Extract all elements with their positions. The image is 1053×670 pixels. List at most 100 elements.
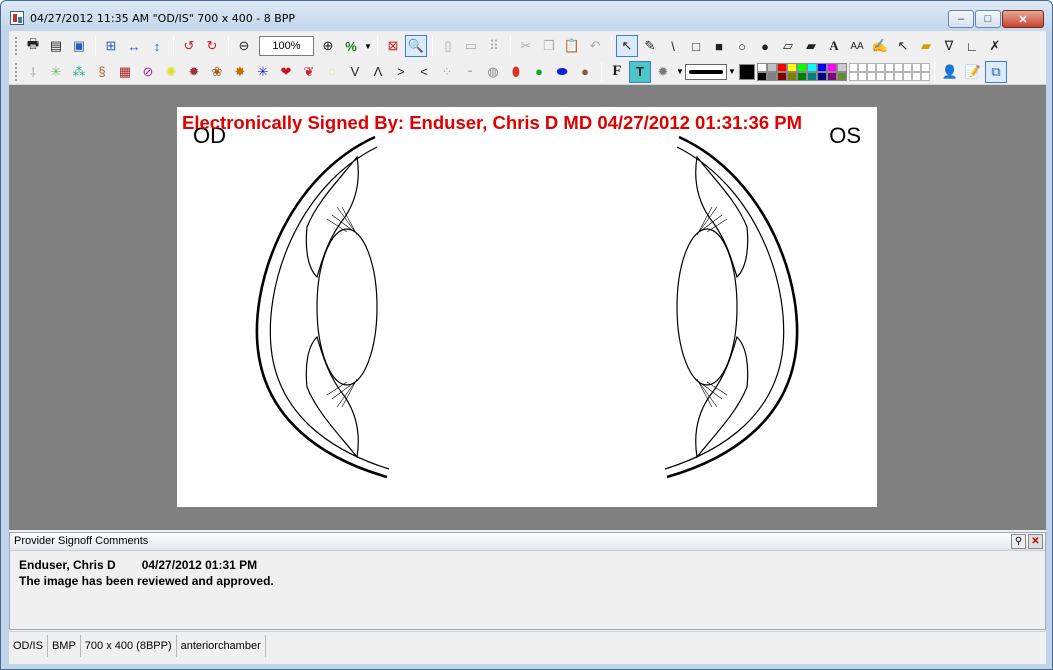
symbol-11-icon[interactable]: ✳ bbox=[252, 61, 274, 83]
symbol-10-icon[interactable]: ✸ bbox=[229, 61, 251, 83]
custom-color-palette[interactable] bbox=[849, 62, 930, 81]
save-icon[interactable]: ▣ bbox=[68, 35, 90, 57]
maximize-button[interactable]: □ bbox=[975, 10, 1001, 28]
highlighter-tool-icon[interactable]: ✍ bbox=[869, 35, 891, 57]
pointer-tool-icon[interactable]: ↖ bbox=[616, 35, 638, 57]
symbol-blue-icon[interactable]: ⬬ bbox=[551, 61, 573, 83]
brush-dropdown-icon[interactable]: ▼ bbox=[675, 67, 685, 76]
filled-rectangle-tool-icon[interactable]: ■ bbox=[708, 35, 730, 57]
panel-close-icon[interactable]: ✕ bbox=[1028, 534, 1043, 549]
arrow-tool-icon[interactable]: ↖ bbox=[892, 35, 914, 57]
symbol-less-icon[interactable]: < bbox=[413, 61, 435, 83]
current-color-swatch[interactable] bbox=[739, 63, 755, 80]
image-sheet[interactable]: OD OS Electronically Signed By: Enduser,… bbox=[177, 107, 877, 507]
zoom-percent-button[interactable]: % bbox=[340, 35, 362, 57]
filled-ellipse-tool-icon[interactable]: ● bbox=[754, 35, 776, 57]
symbol-dash-icon[interactable]: ⁃ bbox=[459, 61, 481, 83]
symbol-brown-icon[interactable]: ● bbox=[574, 61, 596, 83]
actual-size-icon[interactable]: ⊠ bbox=[382, 35, 404, 57]
minimize-button[interactable]: ‒ bbox=[948, 10, 974, 28]
copy-icon[interactable]: ❐ bbox=[538, 35, 560, 57]
status-category: anteriorchamber bbox=[177, 635, 266, 657]
polygon-tool-icon[interactable]: ▱ bbox=[777, 35, 799, 57]
ellipse-tool-icon[interactable]: ○ bbox=[731, 35, 753, 57]
symbol-9-icon[interactable]: ❀ bbox=[206, 61, 228, 83]
symbol-3-icon[interactable]: ⁂ bbox=[68, 61, 90, 83]
toolbar-grip[interactable] bbox=[15, 37, 18, 55]
single-page-icon[interactable]: ▯ bbox=[437, 35, 459, 57]
print-icon[interactable]: 🖶 bbox=[22, 35, 44, 57]
fit-window-icon[interactable]: ⊞ bbox=[100, 35, 122, 57]
rotate-right-icon[interactable]: ↻ bbox=[201, 35, 223, 57]
comment-author: Enduser, Chris D bbox=[19, 558, 116, 572]
ruler-tool-icon[interactable]: ▰ bbox=[915, 35, 937, 57]
app-icon[interactable] bbox=[10, 11, 24, 25]
text-tool-icon[interactable]: A bbox=[823, 35, 845, 57]
rotate-left-icon[interactable]: ↺ bbox=[178, 35, 200, 57]
os-label: OS bbox=[829, 123, 861, 148]
cut-icon[interactable]: ✂ bbox=[515, 35, 537, 57]
zoom-input[interactable]: 100% bbox=[259, 36, 314, 56]
filled-polygon-tool-icon[interactable]: ▰ bbox=[800, 35, 822, 57]
symbol-4-icon[interactable]: § bbox=[91, 61, 113, 83]
text-color-button[interactable]: T bbox=[629, 60, 651, 83]
symbol-8-icon[interactable]: ✹ bbox=[183, 61, 205, 83]
zoom-dropdown-icon[interactable]: ▼ bbox=[363, 42, 373, 51]
close-button[interactable]: ✕ bbox=[1002, 10, 1044, 28]
symbol-5-icon[interactable]: ▦ bbox=[114, 61, 136, 83]
paste-icon[interactable]: 📋 bbox=[561, 35, 583, 57]
zoom-rect-icon[interactable]: 🔍 bbox=[405, 35, 427, 57]
symbol-2-icon[interactable]: ✳ bbox=[45, 61, 67, 83]
undo-icon[interactable]: ↶ bbox=[584, 35, 606, 57]
stamp-tool-icon[interactable]: ✗ bbox=[984, 35, 1006, 57]
symbol-7-icon[interactable]: ✺ bbox=[160, 61, 182, 83]
print-preview-icon[interactable]: ▤ bbox=[45, 35, 67, 57]
user-settings-icon[interactable]: 👤 bbox=[939, 61, 961, 83]
image-canvas-area[interactable]: OD OS Electronically Signed By: Enduser,… bbox=[9, 85, 1046, 530]
title-bar[interactable]: 04/27/2012 11:35 AM "OD/IS" 700 x 400 - … bbox=[1, 1, 1052, 31]
symbol-14-icon[interactable]: ◌ bbox=[321, 61, 343, 83]
font-button[interactable]: F bbox=[606, 61, 628, 83]
fit-width-icon[interactable]: ↔ bbox=[123, 35, 145, 57]
line-style-selector[interactable] bbox=[685, 63, 727, 80]
comment-text: The image has been reviewed and approved… bbox=[19, 574, 274, 588]
pin-icon[interactable]: ⚲ bbox=[1011, 534, 1026, 549]
toolbar-main: 🖶 ▤ ▣ ⊞ ↔ ↕ ↺ ↻ ⊖ 100% ⊕ % ▼ ⊠ 🔍 ▯ ▭ ⠿ ✂… bbox=[9, 33, 1046, 59]
thumbnails-icon[interactable]: ⠿ bbox=[483, 35, 505, 57]
zoom-in-icon[interactable]: ⊕ bbox=[317, 35, 339, 57]
line-style-dropdown-icon[interactable]: ▼ bbox=[727, 67, 737, 76]
symbol-v-icon[interactable]: V bbox=[344, 61, 366, 83]
layers-icon[interactable]: ⧉ bbox=[985, 60, 1007, 83]
signoff-comments-panel: Provider Signoff Comments ⚲ ✕ Enduser, C… bbox=[9, 532, 1046, 630]
signature-stamp: Electronically Signed By: Enduser, Chris… bbox=[182, 112, 802, 133]
symbol-red-icon[interactable]: ⬮ bbox=[505, 61, 527, 83]
symbol-12-icon[interactable]: ❤ bbox=[275, 61, 297, 83]
symbol-1-icon[interactable]: ⸸ bbox=[22, 61, 44, 83]
angle-tool-icon[interactable]: ∇ bbox=[938, 35, 960, 57]
app-window: 04/27/2012 11:35 AM "OD/IS" 700 x 400 - … bbox=[0, 0, 1053, 670]
symbol-grid-icon[interactable]: ◍ bbox=[482, 61, 504, 83]
color-palette[interactable] bbox=[757, 62, 847, 81]
rectangle-tool-icon[interactable]: □ bbox=[685, 35, 707, 57]
symbol-green-icon[interactable]: ● bbox=[528, 61, 550, 83]
status-bar: OD/IS BMP 700 x 400 (8BPP) anteriorchamb… bbox=[9, 631, 1046, 660]
line-tool-icon[interactable]: \ bbox=[662, 35, 684, 57]
symbol-greater-icon[interactable]: > bbox=[390, 61, 412, 83]
symbol-dots-icon[interactable]: ⁘ bbox=[436, 61, 458, 83]
notes-icon[interactable]: 📝 bbox=[962, 61, 984, 83]
status-type: OD/IS bbox=[9, 635, 48, 657]
right-angle-tool-icon[interactable]: ∟ bbox=[961, 35, 983, 57]
two-page-icon[interactable]: ▭ bbox=[460, 35, 482, 57]
fit-height-icon[interactable]: ↕ bbox=[146, 35, 168, 57]
brush-size-icon[interactable]: ✹ bbox=[652, 61, 674, 83]
zoom-out-icon[interactable]: ⊖ bbox=[233, 35, 255, 57]
client-area: 🖶 ▤ ▣ ⊞ ↔ ↕ ↺ ↻ ⊖ 100% ⊕ % ▼ ⊠ 🔍 ▯ ▭ ⠿ ✂… bbox=[9, 31, 1046, 664]
toolbar-grip[interactable] bbox=[15, 62, 18, 81]
pencil-tool-icon[interactable]: ✎ bbox=[639, 35, 661, 57]
text-size-tool-icon[interactable]: AA bbox=[846, 35, 868, 57]
symbol-6-icon[interactable]: ⊘ bbox=[137, 61, 159, 83]
symbol-caret-icon[interactable]: Λ bbox=[367, 61, 389, 83]
status-size: 700 x 400 (8BPP) bbox=[81, 635, 177, 657]
comment-date: 04/27/2012 01:31 PM bbox=[141, 558, 258, 572]
symbol-13-icon[interactable]: ❦ bbox=[298, 61, 320, 83]
